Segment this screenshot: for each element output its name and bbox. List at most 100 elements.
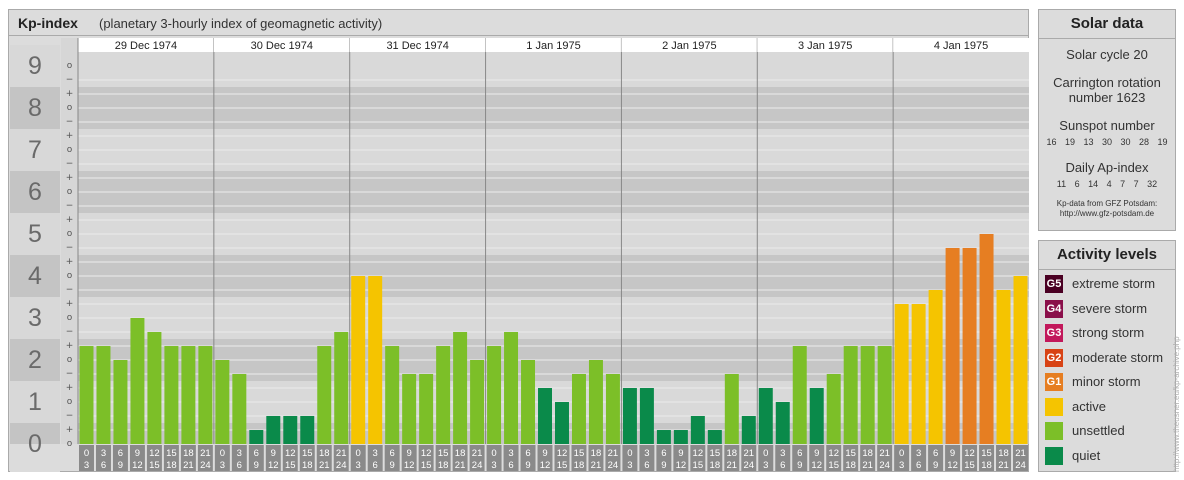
hour-end-label: 3 bbox=[220, 460, 225, 471]
hour-end-label: 24 bbox=[200, 460, 211, 471]
hour-start-label: 15 bbox=[438, 448, 449, 459]
hour-end-label: 12 bbox=[132, 460, 143, 471]
hour-end-label: 3 bbox=[899, 460, 904, 471]
hour-start-label: 18 bbox=[998, 448, 1009, 459]
sunspot-heading: Sunspot number bbox=[1059, 118, 1155, 133]
hour-start-label: 9 bbox=[135, 448, 140, 459]
y-minor-tick-label: + bbox=[66, 215, 74, 225]
kp-bar bbox=[758, 388, 773, 444]
kp-bar bbox=[300, 415, 315, 444]
legend-label: strong storm bbox=[1072, 325, 1145, 340]
kp-bar bbox=[283, 415, 298, 444]
hour-end-label: 6 bbox=[644, 460, 649, 471]
hour-end-label: 6 bbox=[237, 460, 242, 471]
date-label: 1 Jan 1975 bbox=[526, 40, 580, 52]
ap-values: 11 6 14 4 7 7 32 bbox=[1056, 179, 1158, 189]
hour-start-label: 0 bbox=[763, 448, 768, 459]
hour-end-label: 24 bbox=[472, 460, 483, 471]
hour-start-label: 9 bbox=[271, 448, 276, 459]
kp-bar bbox=[996, 289, 1011, 444]
solar-data-body: Solar cycle 20 Carrington rotation numbe… bbox=[1039, 47, 1175, 219]
kp-bar bbox=[877, 346, 892, 444]
hour-start-label: 18 bbox=[183, 448, 194, 459]
hour-end-label: 15 bbox=[149, 460, 160, 471]
kp-bar bbox=[775, 402, 790, 444]
hour-start-label: 21 bbox=[472, 448, 483, 459]
hour-start-label: 9 bbox=[407, 448, 412, 459]
hour-start-label: 18 bbox=[455, 448, 466, 459]
hour-start-label: 0 bbox=[627, 448, 632, 459]
y-minor-tick-label: − bbox=[66, 285, 74, 295]
y-tick-label: 5 bbox=[28, 220, 42, 248]
hour-start-label: 0 bbox=[899, 448, 904, 459]
hour-end-label: 15 bbox=[285, 460, 296, 471]
kp-bar bbox=[198, 346, 213, 444]
y-minor-tick-label: + bbox=[66, 299, 74, 309]
kp-index-figure: Kp-index (planetary 3-hourly index of ge… bbox=[0, 0, 1184, 480]
kp-bar bbox=[588, 360, 603, 444]
kp-bar bbox=[809, 388, 824, 444]
hour-start-label: 21 bbox=[608, 448, 619, 459]
kp-bar bbox=[453, 331, 468, 444]
kp-bar bbox=[419, 373, 434, 444]
hour-start-label: 21 bbox=[1015, 448, 1026, 459]
solar-cycle: Solar cycle 20 bbox=[1066, 47, 1148, 62]
hour-start-label: 6 bbox=[933, 448, 938, 459]
hour-end-label: 9 bbox=[797, 460, 802, 471]
hour-start-label: 15 bbox=[574, 448, 585, 459]
y-tick-label: 4 bbox=[28, 262, 42, 290]
hour-start-label: 3 bbox=[916, 448, 921, 459]
hour-start-label: 21 bbox=[200, 448, 211, 459]
hour-start-label: 18 bbox=[591, 448, 602, 459]
hour-start-label: 3 bbox=[237, 448, 242, 459]
kp-bar bbox=[79, 346, 94, 444]
kp-bar bbox=[1013, 276, 1028, 444]
kp-bar bbox=[147, 331, 162, 444]
hour-end-label: 9 bbox=[933, 460, 938, 471]
hour-end-label: 6 bbox=[780, 460, 785, 471]
y-minor-tick-label: − bbox=[66, 75, 74, 85]
hour-end-label: 12 bbox=[811, 460, 822, 471]
date-label: 3 Jan 1975 bbox=[798, 40, 852, 52]
hour-end-label: 21 bbox=[862, 460, 873, 471]
y-tick-label: 0 bbox=[28, 430, 42, 458]
hour-end-label: 15 bbox=[557, 460, 568, 471]
hour-end-label: 18 bbox=[302, 460, 313, 471]
hour-start-label: 9 bbox=[678, 448, 683, 459]
legend-label: quiet bbox=[1072, 447, 1101, 463]
y-minor-tick-label: o bbox=[67, 103, 73, 113]
y-minor-tick-label: − bbox=[66, 243, 74, 253]
y-minor-tick-label: + bbox=[66, 383, 74, 393]
kp-bar bbox=[979, 234, 994, 444]
kp-bar bbox=[538, 388, 552, 444]
hour-start-label: 21 bbox=[879, 448, 890, 459]
y-tick-label: 8 bbox=[28, 94, 42, 122]
hour-end-label: 21 bbox=[727, 460, 738, 471]
hour-start-label: 12 bbox=[557, 448, 568, 459]
hour-end-label: 6 bbox=[373, 460, 378, 471]
hour-end-label: 3 bbox=[763, 460, 768, 471]
y-minor-tick-label: o bbox=[67, 61, 73, 71]
solar-data-box: Solar data Solar cycle 20 Carrington rot… bbox=[1038, 9, 1176, 231]
legend-swatch: G3 bbox=[1045, 324, 1063, 342]
hour-start-label: 12 bbox=[149, 448, 160, 459]
hour-start-label: 6 bbox=[661, 448, 666, 459]
kp-bar bbox=[402, 373, 417, 444]
hour-start-label: 12 bbox=[964, 448, 975, 459]
kp-bar bbox=[487, 346, 502, 444]
source-watermark: http://www.theusner.eu/kp-archive.php bbox=[1172, 336, 1181, 472]
kp-bar bbox=[928, 289, 943, 444]
hour-start-label: 21 bbox=[336, 448, 347, 459]
kp-bar bbox=[232, 373, 247, 444]
hour-end-label: 9 bbox=[118, 460, 123, 471]
kp-bar bbox=[656, 430, 671, 444]
y-minor-tick-label: + bbox=[66, 173, 74, 183]
kp-bar bbox=[521, 360, 536, 444]
data-credit: Kp-data from GFZ Potsdam: bbox=[1056, 199, 1158, 208]
date-label: 4 Jan 1975 bbox=[934, 40, 988, 52]
y-minor-tick-label: − bbox=[66, 327, 74, 337]
kp-bar bbox=[555, 402, 569, 444]
legend-label: unsettled bbox=[1072, 423, 1125, 438]
solar-data-heading: Solar data bbox=[1039, 10, 1175, 39]
y-tick-label: 2 bbox=[28, 346, 42, 374]
